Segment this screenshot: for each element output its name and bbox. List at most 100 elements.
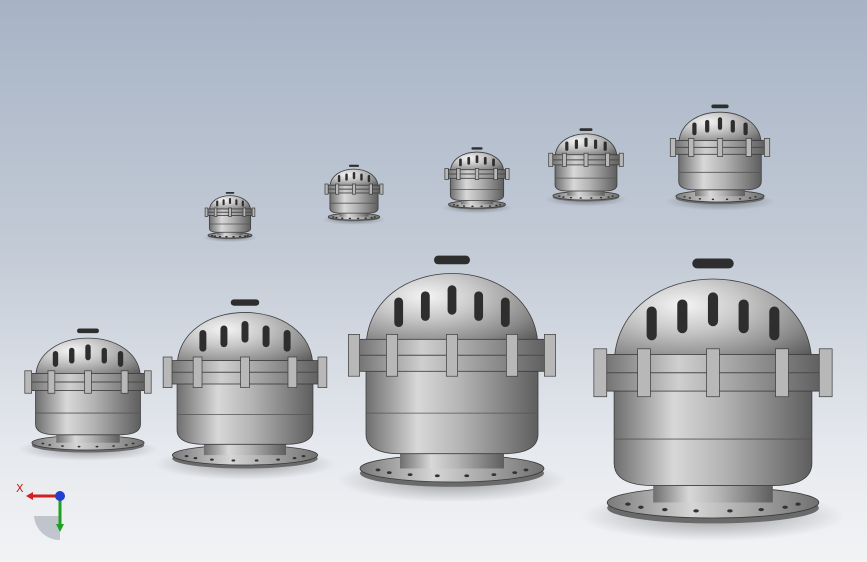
foot-valve-model[interactable] bbox=[202, 192, 258, 243]
strainer-slot bbox=[241, 200, 244, 207]
clamp-lug bbox=[348, 334, 360, 377]
strainer-top-slot bbox=[77, 328, 99, 334]
strainer-slot bbox=[459, 158, 462, 167]
x-axis-label: X bbox=[16, 482, 24, 495]
clamp-lug bbox=[84, 370, 92, 394]
clamp-lug bbox=[444, 168, 449, 180]
strainer-slot bbox=[447, 285, 457, 315]
strainer-top-slot bbox=[579, 128, 593, 131]
flange-bolt-hole bbox=[464, 474, 470, 478]
flange-bolt-hole bbox=[243, 235, 247, 237]
flange-bolt-hole bbox=[480, 205, 483, 208]
clamp-lug bbox=[144, 370, 152, 394]
strainer-top-slot bbox=[711, 104, 729, 109]
cad-viewport[interactable]: X bbox=[0, 0, 867, 562]
clamp-lug bbox=[637, 348, 651, 398]
flange-bolt-hole bbox=[301, 455, 306, 458]
flange-bolt-hole bbox=[276, 458, 281, 461]
clamp-lug bbox=[506, 334, 518, 377]
strainer-slot bbox=[603, 141, 607, 151]
clamp-lug bbox=[544, 334, 556, 377]
flange-bolt-hole bbox=[725, 198, 729, 201]
clamp-lug bbox=[379, 183, 384, 195]
strainer-slot bbox=[220, 325, 228, 348]
strainer-slot bbox=[52, 351, 59, 367]
foot-valve-model[interactable] bbox=[664, 104, 776, 211]
flange-bolt-hole bbox=[48, 444, 52, 446]
clamp-lug bbox=[618, 152, 624, 167]
flange-bolt-hole bbox=[184, 455, 189, 458]
axis-triad[interactable]: X bbox=[12, 478, 76, 542]
model-scene[interactable] bbox=[0, 0, 867, 562]
flange-bolt-hole bbox=[95, 445, 99, 448]
flange-bolt-hole bbox=[225, 235, 228, 238]
strainer-slot bbox=[117, 351, 124, 367]
strainer-slot bbox=[475, 155, 479, 164]
clamp-lug bbox=[228, 207, 232, 217]
flange-bolt-hole bbox=[407, 473, 413, 477]
foot-valve-model[interactable] bbox=[580, 258, 846, 542]
flange-bolt-hole bbox=[356, 217, 360, 220]
foot-valve-model[interactable] bbox=[337, 255, 567, 503]
clamp-lug bbox=[446, 334, 458, 377]
strainer-slot bbox=[730, 119, 735, 133]
strainer-slot bbox=[500, 297, 510, 328]
strainer-slot bbox=[69, 347, 75, 364]
clamp-lug bbox=[716, 138, 724, 157]
triad-plane bbox=[34, 516, 60, 541]
strainer-slot bbox=[241, 321, 249, 343]
foot-valve-model[interactable] bbox=[154, 299, 336, 480]
flange-bolt-hole bbox=[373, 216, 376, 218]
flange-bolt-hole bbox=[246, 234, 249, 237]
flange-bolt-hole bbox=[131, 442, 135, 445]
strainer-slot bbox=[584, 137, 588, 147]
flange-bolt-hole bbox=[683, 195, 686, 198]
flange-bolt-hole bbox=[456, 204, 459, 207]
clamp-lug bbox=[47, 370, 56, 394]
strainer-slot bbox=[420, 291, 430, 321]
foot-valve-model[interactable] bbox=[321, 164, 387, 225]
clamp-lug bbox=[386, 334, 398, 377]
flange-bolt-hole bbox=[231, 459, 236, 462]
clamp-lug bbox=[818, 348, 833, 398]
strainer-top-slot bbox=[434, 255, 470, 265]
flange-bolt-hole bbox=[452, 203, 456, 206]
x-axis-arrowhead bbox=[26, 492, 33, 500]
flange-bolt-hole bbox=[569, 196, 573, 199]
flange-bolt-hole bbox=[693, 509, 699, 513]
clamp-lug bbox=[474, 168, 480, 180]
clamp-lug bbox=[204, 207, 209, 217]
clamp-lug bbox=[251, 207, 256, 217]
foot-valve-model[interactable] bbox=[544, 128, 628, 207]
clamp-lug bbox=[213, 207, 218, 217]
flange-bolt-hole bbox=[638, 505, 644, 509]
clamp-lug bbox=[562, 152, 567, 167]
strainer-top-slot bbox=[471, 147, 483, 150]
clamp-lug bbox=[335, 183, 340, 195]
clamp-lug bbox=[368, 183, 373, 195]
flange-bolt-hole bbox=[782, 505, 788, 509]
flange-bolt-hole bbox=[335, 216, 338, 219]
strainer-slot bbox=[717, 117, 723, 130]
foot-valve-model[interactable] bbox=[441, 147, 513, 214]
strainer-slot bbox=[738, 299, 749, 334]
flange-bolt-hole bbox=[491, 473, 497, 477]
strainer-top-slot bbox=[225, 192, 235, 194]
clamp-lug bbox=[593, 348, 608, 398]
clamp-lug bbox=[120, 370, 129, 394]
clamp-lug bbox=[287, 356, 298, 388]
flange-bolt-hole bbox=[625, 502, 631, 506]
clamp-lug bbox=[324, 183, 329, 195]
flange-bolt-hole bbox=[562, 196, 565, 198]
clamp-lug bbox=[688, 138, 695, 157]
strainer-slot bbox=[283, 330, 291, 352]
clamp-lug bbox=[706, 348, 720, 398]
strainer-slot bbox=[337, 175, 341, 183]
flange-bolt-hole bbox=[41, 442, 45, 445]
strainer-slot bbox=[646, 306, 657, 341]
strainer-slot bbox=[492, 158, 495, 167]
flange-bolt-hole bbox=[209, 458, 214, 461]
flange-bolt-hole bbox=[112, 445, 116, 447]
flange-bolt-hole bbox=[512, 471, 518, 475]
foot-valve-model[interactable] bbox=[17, 328, 159, 461]
